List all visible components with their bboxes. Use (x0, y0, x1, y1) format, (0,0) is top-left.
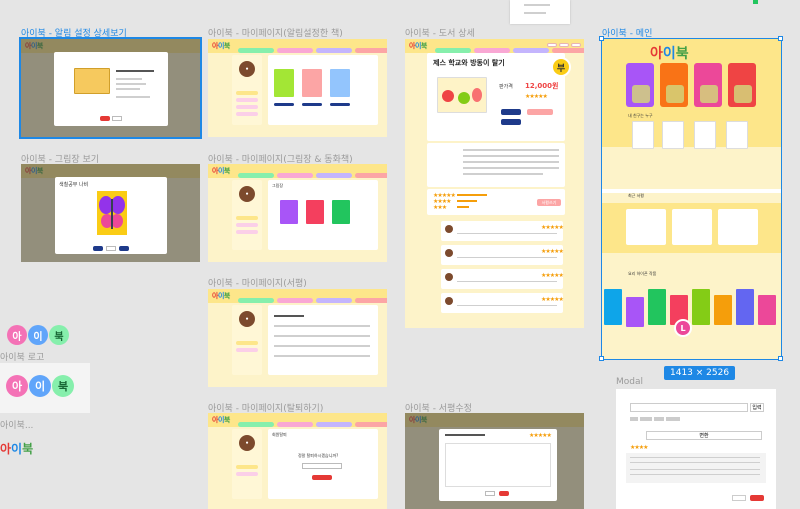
submit-button[interactable]: 입력 (750, 403, 764, 412)
close-button[interactable] (106, 246, 116, 251)
alarm-book-list (268, 55, 378, 125)
resize-handle[interactable] (778, 356, 783, 361)
review-textarea[interactable] (445, 443, 551, 487)
logo-text[interactable]: 아이북 (0, 440, 33, 457)
frame-label-main[interactable]: 아이북 - 메인 (602, 26, 652, 39)
review-item: ★★★★★ (441, 221, 564, 241)
notice-modal (54, 52, 168, 126)
prev-button[interactable] (93, 246, 103, 251)
confirm-button[interactable] (100, 116, 110, 121)
next-button[interactable] (119, 246, 129, 251)
review-item: ★★★★★ (441, 269, 564, 289)
butterfly-drawing (97, 191, 127, 235)
resize-handle[interactable] (599, 356, 604, 361)
user-cursor-badge[interactable]: L (674, 319, 692, 337)
frame-review-edit[interactable]: 아이북 ★★★★★ (405, 413, 584, 509)
frame-label-book-detail[interactable]: 아이북 - 도서 상세 (405, 26, 475, 39)
rating-stars: ★★★★★ (525, 93, 548, 100)
modal-text (626, 453, 766, 483)
picture-list: 그림장 (268, 180, 378, 250)
review-item: ★★★★★ (441, 293, 564, 313)
book-cover (437, 77, 487, 113)
logo-asset-small[interactable]: 아 이 북 (7, 325, 69, 345)
cancel-button[interactable] (732, 495, 746, 501)
review-edit-modal: ★★★★★ (439, 429, 557, 501)
frame-notice-detail[interactable]: 아이북 (19, 37, 202, 139)
read-button[interactable] (501, 119, 521, 125)
rating-summary: ★★★★★ ★★★★ ★★★ 서평쓰기 (427, 189, 565, 215)
frame-mypage-picture[interactable]: 아이북 • 그림장 (208, 164, 387, 262)
frame-book-detail[interactable]: 아이북 제스 학교와 방동이 탈기 판가격 12,000원 ★★★★★ 부 ★★… (405, 39, 584, 328)
frame-mypage-withdraw[interactable]: 아이북 • 회원탈퇴 정말 탈퇴하시겠습니까? (208, 413, 387, 509)
book-info-card: 제스 학교와 방동이 탈기 판가격 12,000원 ★★★★★ (427, 53, 565, 141)
frame-main[interactable]: 아이북 내 친구는 누구 최근 서평 요리 하이픈 작품 L (601, 38, 782, 360)
cancel-button[interactable] (112, 116, 122, 121)
modal-input[interactable] (630, 403, 748, 412)
logo-frame[interactable]: 아 이 북 (0, 363, 90, 413)
frame-label-mypage-alarm[interactable]: 아이북 - 마이페이지(알림설정한 책) (208, 26, 343, 39)
alarm-button[interactable] (501, 109, 521, 115)
frame-label-modal[interactable]: Modal (616, 377, 643, 387)
picture-modal: 색칠공부 나비 (55, 177, 167, 254)
review-list (268, 305, 378, 375)
confirm-button[interactable] (750, 495, 764, 501)
frame-modal[interactable]: 입력 변환 ★★★★ (616, 389, 776, 509)
wish-button[interactable] (527, 109, 553, 115)
frame-mypage-alarm[interactable]: 아이북 • (208, 39, 387, 137)
partial-frame-top[interactable] (510, 0, 570, 24)
convert-button[interactable]: 변환 (646, 431, 762, 440)
save-button[interactable] (499, 491, 509, 496)
review-item: ★★★★★ (441, 245, 564, 265)
resize-handle[interactable] (778, 36, 783, 41)
withdraw-panel: 회원탈퇴 정말 탈퇴하시겠습니까? (268, 429, 378, 499)
profile-panel: • (232, 55, 262, 125)
frame-picture-view[interactable]: 아이북 색칠공부 나비 (21, 164, 200, 262)
book-description (427, 143, 565, 187)
frame-label-mypage-review[interactable]: 아이북 - 마이페이지(서평) (208, 276, 307, 289)
book-cover (74, 68, 110, 94)
design-canvas: 아이북 - 알림 설정 상세보기 아이북 아이북 - 그림장 보기 아이북 색칠… (0, 0, 800, 509)
indicator (753, 0, 758, 4)
main-logo: 아이북 (650, 46, 689, 62)
picture-title: 색칠공부 나비 (59, 182, 89, 188)
withdraw-button[interactable] (312, 475, 332, 480)
selection-size-badge: 1413 × 2526 (664, 366, 736, 380)
user-badge[interactable]: 부 (551, 57, 571, 77)
book-title: 제스 학교와 방동이 탈기 (433, 59, 505, 67)
frame-label-notice-detail[interactable]: 아이북 - 알림 설정 상세보기 (21, 26, 127, 39)
password-input[interactable] (302, 463, 342, 469)
resize-handle[interactable] (599, 36, 604, 41)
frame-label-logo[interactable]: 아이북 로고 (0, 350, 44, 363)
write-review-button[interactable]: 서평쓰기 (537, 199, 561, 206)
book-price: 12,000원 (525, 82, 559, 90)
frame-mypage-review[interactable]: 아이북 • (208, 289, 387, 387)
frame-label-logo-2[interactable]: 아이북... (0, 418, 33, 431)
cancel-button[interactable] (485, 491, 495, 496)
